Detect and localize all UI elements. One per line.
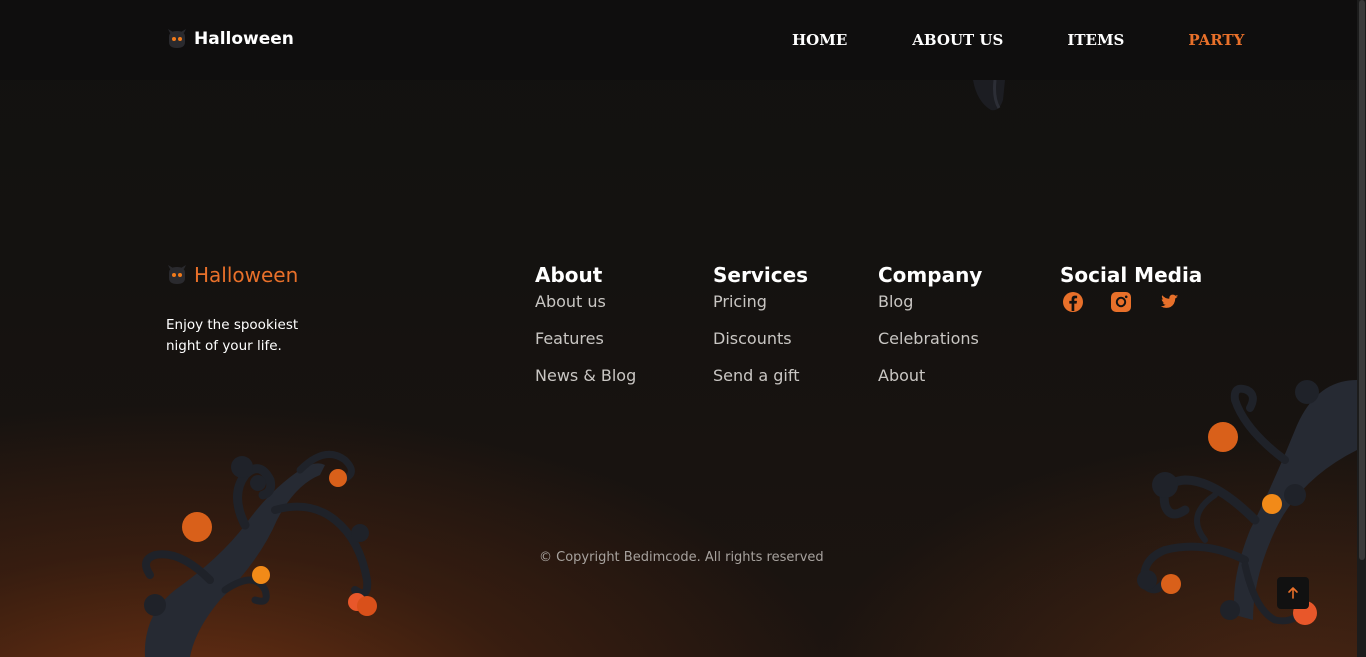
tagline-line-2: night of your life. — [166, 338, 282, 354]
scrollbar-thumb[interactable] — [1359, 0, 1365, 560]
footer-column-social: Social Media — [1060, 263, 1202, 313]
header-logo[interactable]: Halloween — [166, 28, 294, 50]
footer-link-pricing[interactable]: Pricing — [713, 292, 767, 311]
column-title: Social Media — [1060, 263, 1203, 287]
column-title: About — [535, 263, 603, 287]
footer-logo[interactable]: Halloween — [166, 263, 298, 287]
footer-link-blog[interactable]: Blog — [878, 292, 913, 311]
nav-home[interactable]: Home — [792, 31, 847, 49]
tagline-line-1: Enjoy the spookiest — [166, 317, 299, 333]
nav-items[interactable]: Items — [1067, 31, 1124, 49]
spooky-tree-left-decoration — [142, 450, 377, 657]
header-brand-text: Halloween — [194, 29, 294, 49]
footer-link-celebrations[interactable]: Celebrations — [878, 329, 979, 348]
pumpkin-skull-icon — [166, 264, 188, 286]
footer-column-services: Services Pricing Discounts Send a gift — [713, 263, 808, 402]
footer-link-send-gift[interactable]: Send a gift — [713, 366, 800, 385]
instagram-icon[interactable] — [1110, 291, 1132, 313]
twitter-icon[interactable] — [1158, 291, 1180, 313]
footer-column-company: Company Blog Celebrations About — [878, 263, 982, 402]
facebook-icon[interactable] — [1062, 291, 1084, 313]
arrow-up-icon — [1288, 587, 1298, 599]
main-nav: Home About us Items Party — [792, 31, 1244, 49]
footer-link-features[interactable]: Features — [535, 329, 604, 348]
nav-party[interactable]: Party — [1188, 31, 1244, 49]
copyright-text: © Copyright Bedimcode. All rights reserv… — [539, 550, 824, 565]
header: Halloween Home About us Items Party — [0, 0, 1357, 80]
footer-link-about-us[interactable]: About us — [535, 292, 606, 311]
footer-brand-text: Halloween — [194, 263, 299, 287]
footer-tagline: Enjoy the spookiest night of your life. — [166, 315, 316, 357]
nav-about-us[interactable]: About us — [912, 31, 1003, 49]
spooky-tree-right-decoration — [1137, 380, 1357, 625]
footer-link-discounts[interactable]: Discounts — [713, 329, 792, 348]
footer-link-news-blog[interactable]: News & Blog — [535, 366, 636, 385]
column-title: Company — [878, 263, 983, 287]
footer-column-about: About About us Features News & Blog — [535, 263, 636, 402]
column-title: Services — [713, 263, 809, 287]
pumpkin-skull-icon — [166, 28, 188, 50]
footer-link-about[interactable]: About — [878, 366, 925, 385]
scroll-up-button[interactable] — [1277, 577, 1309, 609]
hanging-branch-decoration — [973, 80, 1005, 111]
